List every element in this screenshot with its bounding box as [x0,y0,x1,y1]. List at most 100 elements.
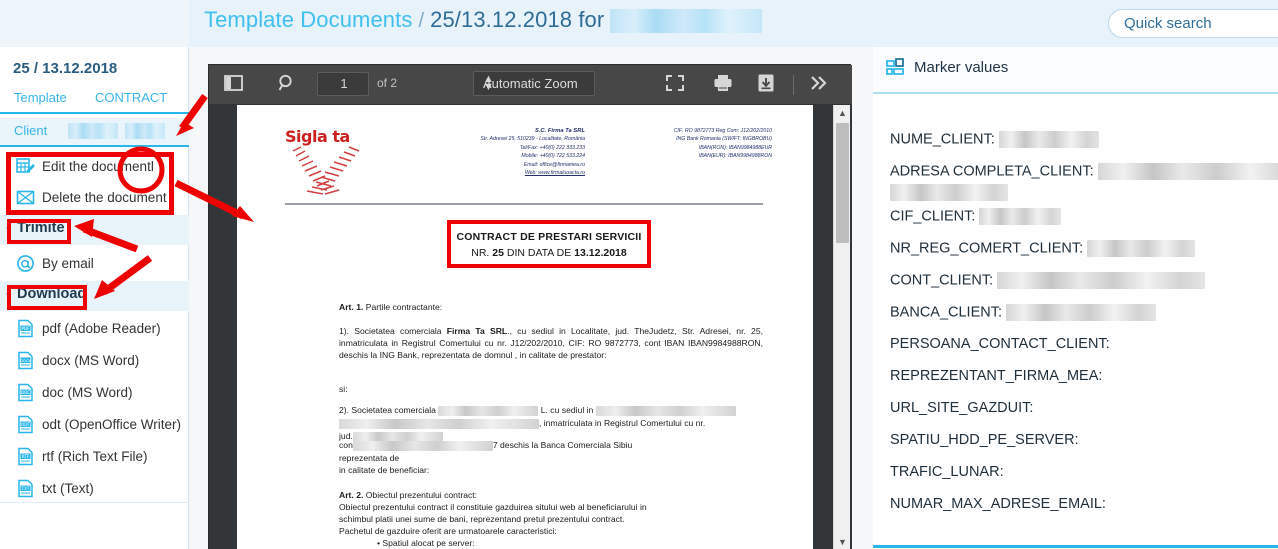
art1-head-bold: Art. 1. [339,302,364,312]
marker-label: SPATIU_HDD_PE_SERVER: [890,432,1079,448]
sidebar-item-download-doc[interactable]: DOC doc (MS Word) [0,378,189,409]
party2-line6: in calitate de beneficiar: [339,465,430,475]
marker-row-adresa-continuation [890,184,1008,201]
svg-text:TXT: TXT [21,486,30,491]
print-icon[interactable] [712,73,736,97]
art2-head-rest: Obiectul prezentului contract: [363,490,478,500]
party2-line5: reprezentata de [339,453,400,463]
marker-row-adresa-completa-client: ADRESA COMPLETA_CLIENT: [890,163,1278,180]
sidebar-group-download[interactable]: ⌃ Download [0,281,189,311]
sidebar-item-delete-document[interactable]: Delete the document [0,183,189,214]
party2-a: 2). Societatea comerciala [339,405,436,415]
marker-row-spatiu-hdd-pe-server: SPATIU_HDD_PE_SERVER: [890,432,1079,448]
edit-table-icon [16,157,35,176]
fullscreen-icon[interactable] [664,73,688,97]
art2-heading: Art. 2. Obiectul prezentului contract: [339,489,763,501]
svg-text:ODT: ODT [21,422,30,427]
company-contact-block: S.C. Firma Ta SRL Str. Adresei 25, 51023… [437,127,585,177]
company-iban-eur: IBAN(EUR): IBAN9984988RON [698,153,772,160]
search-icon[interactable] [277,73,301,97]
sidebar-item-download-rtf[interactable]: RTF rtf (Rich Text File) [0,442,189,473]
pdf-page-1: Sigla ta S.C. Firma Ta SRL Str. Adresei … [237,105,813,549]
marker-label: NR_REG_COMERT_CLIENT: [890,240,1084,257]
marker-label: NUMAR_MAX_ADRESE_EMAIL: [890,496,1106,512]
client-value-redacted-a [68,123,118,139]
sidebar-item-download-odt[interactable]: ODT odt (OpenOffice Writer) [0,410,189,441]
party2-c: , inmatriculata in Registrul Comertului … [539,418,706,428]
sidebar-item-download-odt-label: odt (OpenOffice Writer) [42,417,182,432]
scroll-down-arrow-icon[interactable]: ▼ [834,534,851,549]
marker-label: TRAFIC_LUNAR: [890,464,1004,480]
sidebar-group-download-label: Download [17,286,87,302]
sidebar-tabs: Template CONTRACT [0,90,189,116]
scroll-up-arrow-icon[interactable]: ▲ [834,105,851,121]
download-icon[interactable] [756,73,780,97]
rtf-file-icon: RTF [16,447,35,466]
art1-heading: Art. 1. Partile contractante: [339,301,763,313]
sidebar-group-trimite[interactable]: ⌃ Trimite [0,215,189,245]
top-header-left-pad [0,0,189,47]
pdf-vertical-scrollbar[interactable]: ▲ ▼ [833,105,850,549]
odt-file-icon: ODT [16,415,35,434]
art2-bullet-1: • Spatiul alocat pe server: [377,538,475,548]
marker-values-panel: Marker values NUME_CLIENT: ADRESA COMPLE… [873,47,1278,549]
sidebar-item-download-docx[interactable]: DOCX docx (MS Word) [0,346,189,377]
breadcrumb-root-link[interactable]: Template Documents [204,7,412,32]
party2-line1: 2). Societatea comerciala L. cu sediul i… [339,404,763,416]
sidebar-client-row[interactable]: Client [0,118,189,145]
app-root: Template Documents /25/13.12.2018 for Qui… [0,0,1278,549]
tab-template[interactable]: Template [14,90,67,105]
company-bank-block: CIF: RO 9872773 Reg Com: J12/202/2010 IN… [597,127,772,161]
marker-value-redacted-cont [890,184,1008,201]
sidebar-item-download-pdf[interactable]: PDF pdf (Adobe Reader) [0,314,189,345]
marker-label: CONT_CLIENT: [890,272,994,289]
pdf-file-icon: PDF [16,319,35,338]
svg-text:RTF: RTF [22,454,30,459]
sidebar-item-edit-document[interactable]: Edit the documentl [0,152,189,183]
txt-file-icon: TXT [16,479,35,498]
company-cif-regcom: CIF: RO 9872773 Reg Com: J12/202/2010 [673,128,772,134]
sidebar: 25 / 13.12.2018 Template CONTRACT Client [0,47,189,549]
breadcrumb-redacted-client [610,9,763,34]
marker-row-reprezentant-firma-mea: REPREZENTANT_FIRMA_MEA: [890,368,1102,384]
marker-row-nr-reg-comert-client: NR_REG_COMERT_CLIENT: [890,240,1196,257]
svg-text:DOC: DOC [21,390,30,395]
company-address: Str. Adresei 25, 510239 - Localitate, Ro… [480,136,585,143]
markers-grid-icon [886,58,908,80]
svg-text:DOCX: DOCX [20,359,31,363]
page-number-input[interactable]: 1 [317,72,369,96]
art2-line2: schimbul platii unei sume de bani, repre… [339,514,625,524]
marker-value-redacted [998,131,1099,148]
company-name: S.C. Firma Ta SRL [534,128,585,134]
pdf-viewer: 1 of 2 Automatic Zoom ▲ ▼ Sigla ta S.C. … [208,64,852,549]
tab-contract[interactable]: CONTRACT [95,90,167,105]
marker-row-numar-max-adrese-email: NUMAR_MAX_ADRESE_EMAIL: [890,496,1106,512]
art1-head-rest: Partile contractante: [363,302,443,312]
sidebar-item-by-email[interactable]: By email [0,249,189,280]
quick-search-input[interactable]: Quick search [1108,9,1278,38]
more-tools-icon[interactable] [807,73,833,97]
sidebar-item-download-txt-label: txt (Text) [42,481,94,496]
marker-value-redacted [979,208,1062,225]
chevron-up-icon-trimite: ⌃ [4,225,14,237]
zoom-select[interactable]: Automatic Zoom ▲ ▼ [473,71,595,96]
sidebar-item-download-txt[interactable]: TXT txt (Text) [0,474,189,505]
si-line: si: [339,384,348,394]
marker-label: NUME_CLIENT: [890,131,995,148]
pdf-toolbar: 1 of 2 Automatic Zoom ▲ ▼ [209,65,852,105]
sidebar-group-trimite-label: Trimite [17,220,65,236]
marker-row-cif-client: CIF_CLIENT: [890,208,1062,225]
contract-title-line2: NR. 25 DIN DATA DE 13.12.2018 [451,247,647,259]
breadcrumb: Template Documents /25/13.12.2018 for [204,7,763,34]
logo-text: Sigla ta [285,127,350,146]
contract-date: 13.12.2018 [574,247,627,259]
contract-document: Sigla ta S.C. Firma Ta SRL Str. Adresei … [237,105,813,549]
pdf-canvas-area[interactable]: Sigla ta S.C. Firma Ta SRL Str. Adresei … [209,105,852,549]
scrollbar-thumb[interactable] [836,123,849,243]
marker-panel-divider [873,92,1278,94]
company-iban-ron: IBAN(RON): IBAN9984988EUR [698,144,772,151]
marker-row-persoana-contact-client: PERSOANA_CONTACT_CLIENT: [890,336,1110,352]
marker-label: PERSOANA_CONTACT_CLIENT: [890,336,1110,352]
sidebar-document-title: 25 / 13.12.2018 [13,60,118,77]
sidebar-toggle-icon[interactable] [223,73,249,97]
